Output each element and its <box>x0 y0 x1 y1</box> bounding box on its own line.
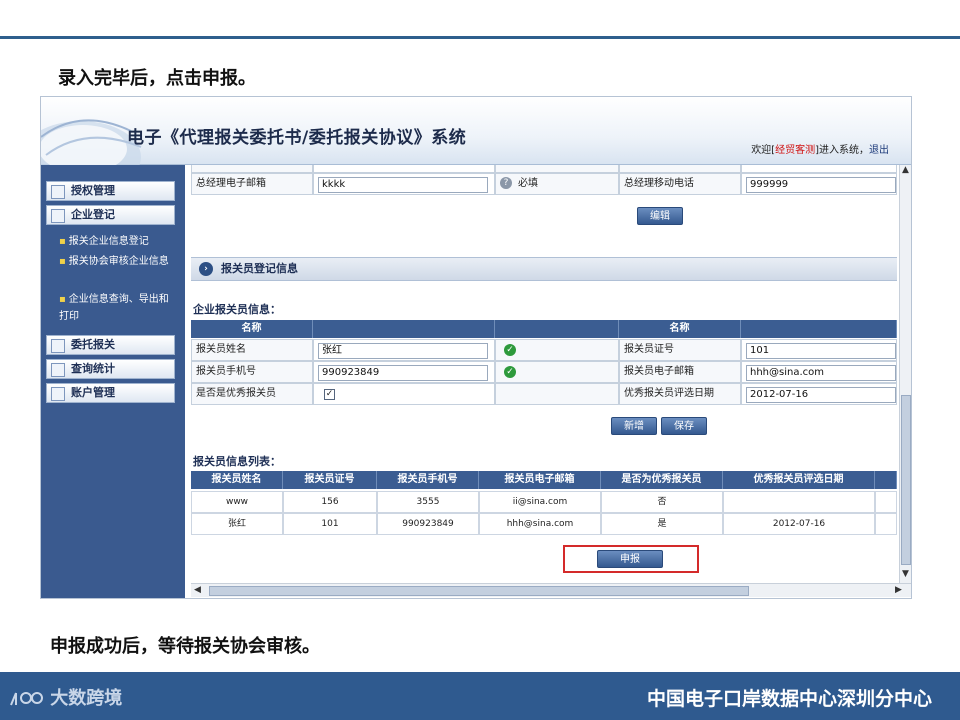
table-cell: 156 <box>283 491 377 513</box>
sidebar-subitem[interactable]: ▪ 报关企业信息登记 <box>59 233 177 250</box>
scroll-left-icon[interactable]: ◀ <box>194 585 201 595</box>
phone-input[interactable]: 990923849 <box>318 365 488 381</box>
form-row-phone: 报关员手机号 990923849 ✓ 报关员电子邮箱 hhh@sina.com <box>191 361 897 383</box>
username-link[interactable]: 经贸客测 <box>775 145 815 156</box>
form-row-excellent: 是否是优秀报关员 ✓ 优秀报关员评选日期 2012-07-16 <box>191 383 897 405</box>
main-content: 总经理电子邮箱 kkkk ? 必填 总经理移动电话 999999 编辑 › 报关员… <box>191 165 897 583</box>
footer-organization: 中国电子口岸数据中心深圳分中心 <box>646 688 932 710</box>
sidebar-item-stats[interactable]: 查询统计 <box>46 359 175 379</box>
help-icon: ? <box>500 177 512 189</box>
table-cell: 3555 <box>377 491 479 513</box>
list-col-header: 报关员证号 <box>283 471 377 489</box>
date-label: 优秀报关员评选日期 <box>619 383 741 405</box>
list-col-header: 优秀报关员评选日期 <box>723 471 875 489</box>
caption-top: 录入完毕后，点击申报。 <box>58 68 256 89</box>
name-input[interactable]: 张红 <box>318 343 488 359</box>
list-col-header: 报关员电子邮箱 <box>479 471 601 489</box>
list-col-header: 报关员姓名 <box>191 471 283 489</box>
form-row-name: 报关员姓名 张红 ✓ 报关员证号 101 <box>191 339 897 361</box>
excellent-checkbox[interactable]: ✓ <box>324 389 335 400</box>
manager-row: 总经理电子邮箱 kkkk ? 必填 总经理移动电话 999999 <box>191 173 897 195</box>
save-button[interactable]: 保存 <box>661 417 707 435</box>
vertical-scroll-thumb[interactable] <box>901 395 911 565</box>
table-cell: 990923849 <box>377 513 479 535</box>
horizontal-scrollbar[interactable]: ◀ ▶ <box>191 583 911 597</box>
table-cell <box>723 491 875 513</box>
manager-mobile-input[interactable]: 999999 <box>746 177 896 193</box>
scroll-up-icon[interactable]: ▲ <box>902 165 909 175</box>
table-cell: hhh@sina.com <box>479 513 601 535</box>
cert-label: 报关员证号 <box>619 339 741 361</box>
welcome-text: 欢迎[经贸客测]进入系统，退出 <box>751 145 889 156</box>
table-cell: 2012-07-16 <box>723 513 875 535</box>
vertical-scrollbar[interactable]: ▲ ▼ <box>899 165 911 583</box>
name-label: 报关员姓名 <box>191 339 313 361</box>
chevron-right-icon: › <box>199 262 213 276</box>
app-screenshot: 电子《代理报关委托书/委托报关协议》系统 欢迎[经贸客测]进入系统，退出 授权管… <box>40 96 912 599</box>
add-button[interactable]: 新增 <box>611 417 657 435</box>
table-cell: 否 <box>601 491 723 513</box>
edit-button[interactable]: 编辑 <box>637 207 683 225</box>
scroll-right-icon[interactable]: ▶ <box>895 585 902 595</box>
email-input[interactable]: hhh@sina.com <box>746 365 896 381</box>
table-cell: 张红 <box>191 513 283 535</box>
manager-email-input[interactable]: kkkk <box>318 177 488 193</box>
sidebar-item-account[interactable]: 账户管理 <box>46 383 175 403</box>
form-row-partial <box>191 165 897 173</box>
sidebar-subitem[interactable]: ▪ 企业信息查询、导出和打印 <box>59 291 177 325</box>
check-ok-icon: ✓ <box>504 366 516 378</box>
required-text: 必填 <box>518 178 538 189</box>
form-title: 企业报关员信息： <box>193 303 281 316</box>
footer-brand: 大数跨境 <box>8 684 122 710</box>
sidebar-item-enterprise[interactable]: 企业登记 <box>46 205 175 225</box>
table-cell: www <box>191 491 283 513</box>
sidebar-item-entrust[interactable]: 委托报关 <box>46 335 175 355</box>
caption-bottom: 申报成功后，等待报关协会审核。 <box>50 636 320 657</box>
list-col-header: 报关员手机号 <box>377 471 479 489</box>
cert-input[interactable]: 101 <box>746 343 896 359</box>
submit-button[interactable]: 申报 <box>597 550 663 568</box>
form-col-header: 名称 <box>191 320 313 338</box>
table-cell: ii@sina.com <box>479 491 601 513</box>
app-title: 电子《代理报关委托书/委托报关协议》系统 <box>127 128 467 148</box>
check-ok-icon: ✓ <box>504 344 516 356</box>
manager-mobile-label: 总经理移动电话 <box>619 173 741 195</box>
logout-link[interactable]: 退出 <box>869 145 889 156</box>
phone-label: 报关员手机号 <box>191 361 313 383</box>
list-title: 报关员信息列表： <box>193 455 281 468</box>
sidebar: 授权管理 企业登记 ▪ 报关企业信息登记 ▪ 报关协会审核企业信息 ▪ 企业信息查询、… <box>41 165 185 598</box>
table-cell: 101 <box>283 513 377 535</box>
list-col-header: 是否为优秀报关员 <box>601 471 723 489</box>
email-label: 报关员电子邮箱 <box>619 361 741 383</box>
date-input[interactable]: 2012-07-16 <box>746 387 896 403</box>
scroll-down-icon[interactable]: ▼ <box>902 569 909 579</box>
excellent-label: 是否是优秀报关员 <box>191 383 313 405</box>
section-header[interactable]: › 报关员登记信息 <box>191 257 897 281</box>
form-col-header: 名称 <box>619 320 741 338</box>
brand-logo-icon <box>10 692 43 706</box>
table-cell: 是 <box>601 513 723 535</box>
top-rule <box>0 36 960 39</box>
horizontal-scroll-thumb[interactable] <box>209 586 749 596</box>
sidebar-subitem[interactable]: ▪ 报关协会审核企业信息 <box>59 253 177 270</box>
app-banner: 电子《代理报关委托书/委托报关协议》系统 欢迎[经贸客测]进入系统，退出 <box>41 97 911 165</box>
footer: 大数跨境 中国电子口岸数据中心深圳分中心 <box>0 672 960 720</box>
manager-email-label: 总经理电子邮箱 <box>191 173 313 195</box>
sidebar-item-auth[interactable]: 授权管理 <box>46 181 175 201</box>
